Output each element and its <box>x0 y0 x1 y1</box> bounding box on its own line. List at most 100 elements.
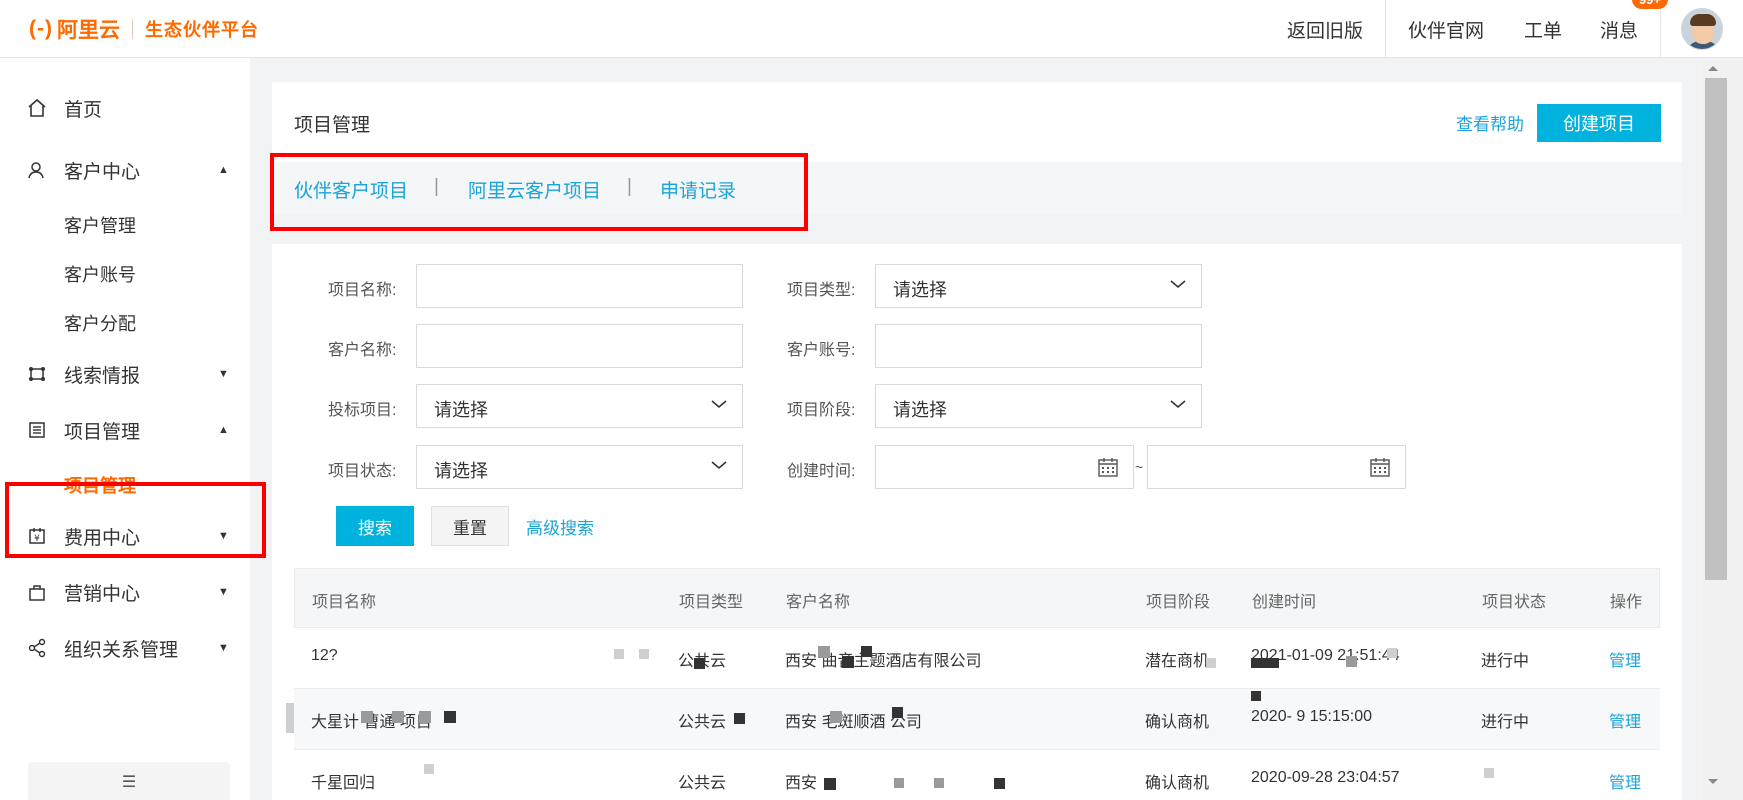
customer-account-input[interactable] <box>875 324 1202 368</box>
project-type-label: 项目类型: <box>787 282 856 299</box>
cell-create-time: 2020- 9 15:15:00 <box>1251 708 1372 725</box>
table-row: 千星回归 公共云 西安 确认商机 2020-09-28 23:04:57 管理 <box>294 750 1660 800</box>
project-stage-label: 项目阶段: <box>787 402 856 419</box>
calendar-icon[interactable] <box>1097 456 1119 478</box>
column-header: 项目类型 <box>679 594 744 611</box>
sidebar-item-customer-assign[interactable]: 客户分配 <box>0 303 250 343</box>
lead-icon <box>26 363 48 385</box>
ticket-link[interactable]: 工单 <box>1524 16 1562 43</box>
cell-project-stage: 确认商机 <box>1145 775 1210 792</box>
cell-project-type: 公共云 <box>678 775 727 792</box>
sidebar-item-org[interactable]: 组织关系管理 ▼ <box>0 628 250 668</box>
create-project-button[interactable]: 创建项目 <box>1537 104 1661 142</box>
back-to-old-link[interactable]: 返回旧版 <box>1287 16 1363 43</box>
share-icon <box>26 637 48 659</box>
scroll-down-icon[interactable] <box>1707 778 1719 786</box>
sidebar-item-customer-center[interactable]: 客户中心 ▲ <box>0 150 250 190</box>
cell-project-name: 千星回归 <box>311 775 376 792</box>
sidebar-item-home[interactable]: 首页 <box>0 88 250 128</box>
caret-up-icon: ▲ <box>218 164 229 176</box>
redaction-mask <box>818 646 830 658</box>
cell-project-name: 12? <box>311 647 338 664</box>
cell-create-time: 2020-09-28 23:04:57 <box>1251 769 1400 786</box>
aliyun-logo[interactable]: (-) 阿里云 生态伙伴平台 <box>29 16 259 42</box>
sidebar-item-customer-account[interactable]: 客户账号 <box>0 254 250 294</box>
redaction-mask <box>734 713 745 724</box>
chevron-down-icon <box>711 400 727 409</box>
manage-link[interactable]: 管理 <box>1609 647 1641 671</box>
table-row: 12? 公共云 西安 曲音主题酒店有限公司 潜在商机 2021-01-09 21… <box>294 628 1660 689</box>
avatar[interactable] <box>1681 8 1723 50</box>
select-value: 请选择 <box>434 461 488 481</box>
search-button[interactable]: 搜索 <box>336 506 414 546</box>
home-icon <box>26 97 48 119</box>
project-status-select[interactable]: 请选择 <box>416 445 743 489</box>
list-icon <box>26 419 48 441</box>
select-value: 请选择 <box>434 400 488 420</box>
redaction-mask <box>842 656 854 668</box>
redaction-mask <box>1346 656 1357 667</box>
avatar-image <box>1681 8 1723 50</box>
caret-down-icon: ▼ <box>218 586 229 598</box>
sidebar-item-leads[interactable]: 线索情报 ▼ <box>0 354 250 394</box>
view-help-link[interactable]: 查看帮助 <box>1456 110 1524 135</box>
nav-divider <box>1384 0 1386 58</box>
redaction-mask <box>830 711 842 723</box>
sidebar-item-customer-manage[interactable]: 客户管理 <box>0 205 250 245</box>
redaction-mask <box>1251 691 1261 701</box>
project-status-label: 项目状态: <box>328 463 397 480</box>
advanced-search-link[interactable]: 高级搜索 <box>526 514 594 539</box>
sidebar-item-label: 客户管理 <box>64 216 136 236</box>
highlight-box-sidebar <box>5 482 266 558</box>
cell-project-status: 进行中 <box>1481 653 1530 670</box>
cell-project-status: 进行中 <box>1481 714 1530 731</box>
calendar-icon[interactable] <box>1369 456 1391 478</box>
customer-name-input[interactable] <box>416 324 743 368</box>
project-name-input[interactable] <box>416 264 743 308</box>
collapse-menu-button[interactable]: ☰ <box>28 762 230 800</box>
redaction-mask <box>614 649 624 659</box>
table-row: 大星计 曹通 项目 公共云 西安 毛斑顺酒 公司 确认商机 2020- 9 15… <box>286 689 1660 750</box>
scroll-up-icon[interactable] <box>1707 64 1719 72</box>
redaction-mask <box>286 703 294 733</box>
redaction-mask <box>1387 648 1397 658</box>
collapse-icon: ☰ <box>121 774 137 791</box>
manage-link[interactable]: 管理 <box>1609 708 1641 732</box>
reset-button[interactable]: 重置 <box>431 506 509 546</box>
bid-project-select[interactable]: 请选择 <box>416 384 743 428</box>
sidebar: 首页 客户中心 ▲ 客户管理 客户账号 客户分配 线索情报 ▼ 项目管理 ▲ 项… <box>0 58 250 800</box>
caret-down-icon: ▼ <box>218 368 229 380</box>
scrollbar-thumb[interactable] <box>1705 78 1727 580</box>
redaction-mask <box>639 649 649 659</box>
redaction-mask <box>994 778 1005 789</box>
redaction-mask <box>424 764 434 774</box>
redaction-mask <box>1206 658 1216 668</box>
project-type-select[interactable]: 请选择 <box>875 264 1202 308</box>
sidebar-item-label: 线索情报 <box>64 365 141 387</box>
user-icon <box>26 159 48 181</box>
message-badge: 99+ <box>1631 0 1668 9</box>
redaction-mask <box>444 711 456 723</box>
sidebar-item-marketing[interactable]: 营销中心 ▼ <box>0 572 250 612</box>
manage-link[interactable]: 管理 <box>1609 769 1641 793</box>
create-time-end-input[interactable] <box>1147 445 1406 489</box>
filter-card: 项目名称: 项目类型: 请选择 客户名称: 客户账号: 投标项目: 请选择 项目… <box>272 244 1682 800</box>
sidebar-item-label: 客户中心 <box>64 161 141 183</box>
create-time-label: 创建时间: <box>787 463 856 480</box>
create-time-start-input[interactable] <box>875 445 1134 489</box>
message-link[interactable]: 消息 99+ <box>1600 0 1668 43</box>
column-header: 项目阶段 <box>1146 594 1211 611</box>
top-header: (-) 阿里云 生态伙伴平台 返回旧版 伙伴官网 工单 消息 99+ <box>0 0 1743 58</box>
cell-project-stage: 确认商机 <box>1145 714 1210 731</box>
partner-site-link[interactable]: 伙伴官网 <box>1408 16 1484 43</box>
caret-up-icon: ▲ <box>218 424 229 436</box>
bag-icon <box>26 581 48 603</box>
project-stage-select[interactable]: 请选择 <box>875 384 1202 428</box>
customer-name-label: 客户名称: <box>328 342 397 359</box>
redaction-mask <box>392 711 404 723</box>
project-name-label: 项目名称: <box>328 282 397 299</box>
top-nav: 返回旧版 伙伴官网 工单 消息 99+ <box>1287 0 1743 58</box>
column-header: 操作 <box>1610 594 1643 611</box>
redaction-mask <box>934 778 944 788</box>
sidebar-item-project-manage[interactable]: 项目管理 ▲ <box>0 410 250 450</box>
